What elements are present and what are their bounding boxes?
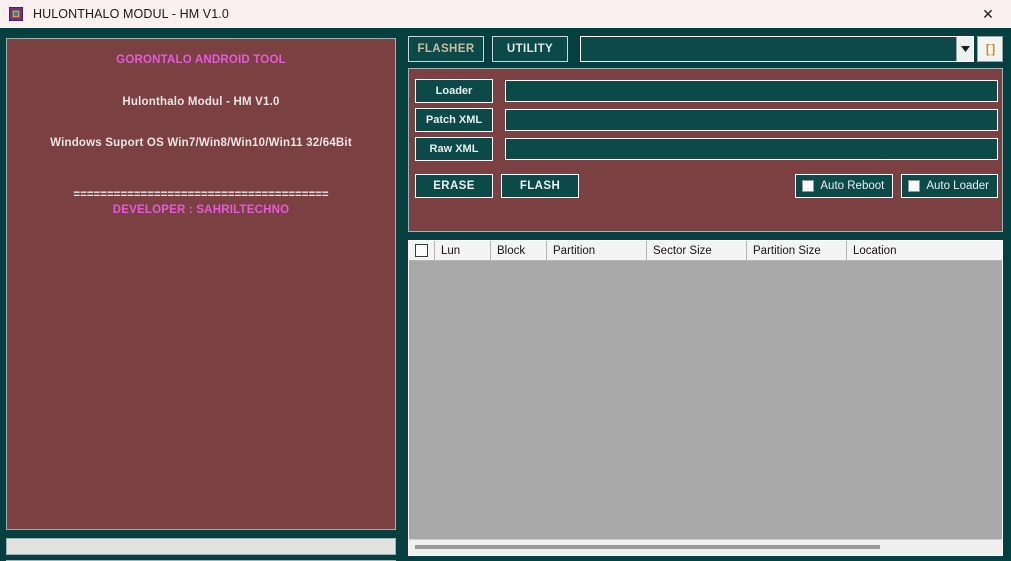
partition-table: Lun Block Partition Sector Size Partitio… — [408, 240, 1003, 556]
info-line-os-support: Windows Suport OS Win7/Win8/Win10/Win11 … — [7, 138, 395, 150]
close-icon[interactable]: ✕ — [965, 0, 1011, 28]
info-line-developer: DEVELOPER : SAHRILTECHNO — [7, 205, 395, 217]
application-window: HULONTHALO MODUL - HM V1.0 ✕ GORONTALO A… — [0, 0, 1011, 561]
tab-flasher[interactable]: FLASHER — [408, 36, 484, 62]
action-row: ERASE FLASH Auto Reboot Auto Loader — [415, 174, 998, 198]
device-combobox[interactable] — [580, 36, 974, 62]
flash-button[interactable]: FLASH — [501, 174, 579, 198]
info-panel-text: GORONTALO ANDROID TOOL Hulonthalo Modul … — [7, 39, 395, 217]
progress-bar-primary — [6, 538, 396, 555]
chip-icon — [8, 6, 24, 22]
column-header-location[interactable]: Location — [847, 241, 1011, 260]
column-header-partition-size[interactable]: Partition Size — [747, 241, 847, 260]
chevron-down-icon[interactable] — [956, 37, 973, 61]
bracket-button[interactable]: [ ] — [977, 36, 1003, 62]
info-separator: ====================================== — [7, 190, 395, 202]
auto-loader-checkbox-box[interactable] — [908, 180, 920, 192]
column-header-lun[interactable]: Lun — [435, 241, 491, 260]
raw-xml-field[interactable] — [505, 138, 998, 160]
right-panel: FLASHER UTILITY [ ] Loader Patch XML — [404, 28, 1011, 561]
loader-row: Loader — [415, 79, 998, 103]
info-line-version: Hulonthalo Modul - HM V1.0 — [7, 97, 395, 109]
column-header-sector-size[interactable]: Sector Size — [647, 241, 747, 260]
patch-xml-button[interactable]: Patch XML — [415, 108, 493, 132]
title-bar: HULONTHALO MODUL - HM V1.0 ✕ — [0, 0, 1011, 28]
column-header-block[interactable]: Block — [491, 241, 547, 260]
erase-button[interactable]: ERASE — [415, 174, 493, 198]
partition-table-header: Lun Block Partition Sector Size Partitio… — [409, 241, 1002, 261]
horizontal-scrollbar-thumb[interactable] — [415, 545, 880, 549]
patch-xml-field[interactable] — [505, 109, 998, 131]
patch-xml-row: Patch XML — [415, 108, 998, 132]
select-all-checkbox[interactable] — [409, 241, 435, 260]
loader-field[interactable] — [505, 80, 998, 102]
flasher-form: Loader Patch XML Raw XML ERASE FLASH — [408, 68, 1003, 232]
auto-reboot-checkbox-box[interactable] — [802, 180, 814, 192]
partition-table-body[interactable] — [409, 261, 1002, 539]
auto-reboot-label: Auto Reboot — [820, 180, 884, 192]
window-title: HULONTHALO MODUL - HM V1.0 — [33, 7, 229, 21]
info-panel: GORONTALO ANDROID TOOL Hulonthalo Modul … — [6, 38, 396, 530]
loader-button[interactable]: Loader — [415, 79, 493, 103]
raw-xml-row: Raw XML — [415, 137, 998, 161]
column-header-partition[interactable]: Partition — [547, 241, 647, 260]
main-body: GORONTALO ANDROID TOOL Hulonthalo Modul … — [0, 28, 1011, 561]
select-all-checkbox-box[interactable] — [415, 244, 428, 257]
tab-utility[interactable]: UTILITY — [492, 36, 568, 62]
auto-loader-checkbox[interactable]: Auto Loader — [901, 174, 998, 198]
auto-reboot-checkbox[interactable]: Auto Reboot — [795, 174, 893, 198]
auto-loader-label: Auto Loader — [926, 180, 989, 192]
raw-xml-button[interactable]: Raw XML — [415, 137, 493, 161]
horizontal-scrollbar[interactable] — [409, 539, 1002, 555]
info-line-title: GORONTALO ANDROID TOOL — [7, 55, 395, 67]
